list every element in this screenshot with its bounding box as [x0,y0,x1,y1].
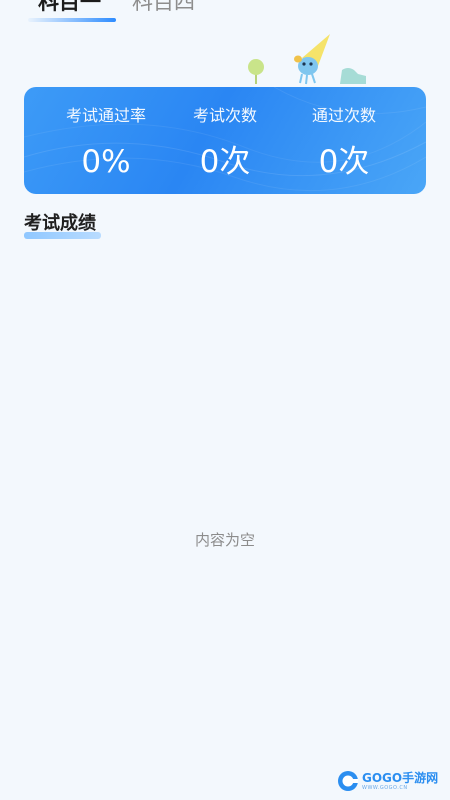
pass-count-value: 0次 [318,144,370,180]
subject-tabs: 科目一 科目四 [0,0,450,28]
pass-count-label: 通过次数 [311,106,376,125]
mascot-illustration [248,34,366,85]
watermark-logo: GOGO手游网 WWW.GOGO.CN [336,768,446,796]
tab-subject-four[interactable]: 科目四 [132,0,195,16]
rock-icon [340,68,366,84]
pass-rate-stat: 考试通过率 0% [39,87,173,194]
exam-count-label: 考试次数 [192,106,257,125]
watermark-text: GOGO手游网 [362,771,439,785]
exam-scores-title: 考试成绩 [24,213,96,234]
gogo-logo-icon [338,771,358,791]
pass-count-stat: 通过次数 0次 [277,87,411,194]
exam-stats-card: 考试通过率 0% 考试次数 0次 通过次数 0次 [24,87,426,194]
watermark-subtext: WWW.GOGO.CN [362,785,408,791]
mascot-icon [294,34,330,85]
pass-rate-label: 考试通过率 [65,106,146,125]
exam-count-stat: 考试次数 0次 [158,87,292,194]
tab-subject-one[interactable]: 科目一 [38,0,101,16]
pass-rate-value: 0% [81,144,131,180]
empty-state-text: 内容为空 [194,531,255,549]
active-tab-indicator [28,18,116,22]
tree-icon [248,59,264,84]
exam-count-value: 0次 [199,144,251,180]
